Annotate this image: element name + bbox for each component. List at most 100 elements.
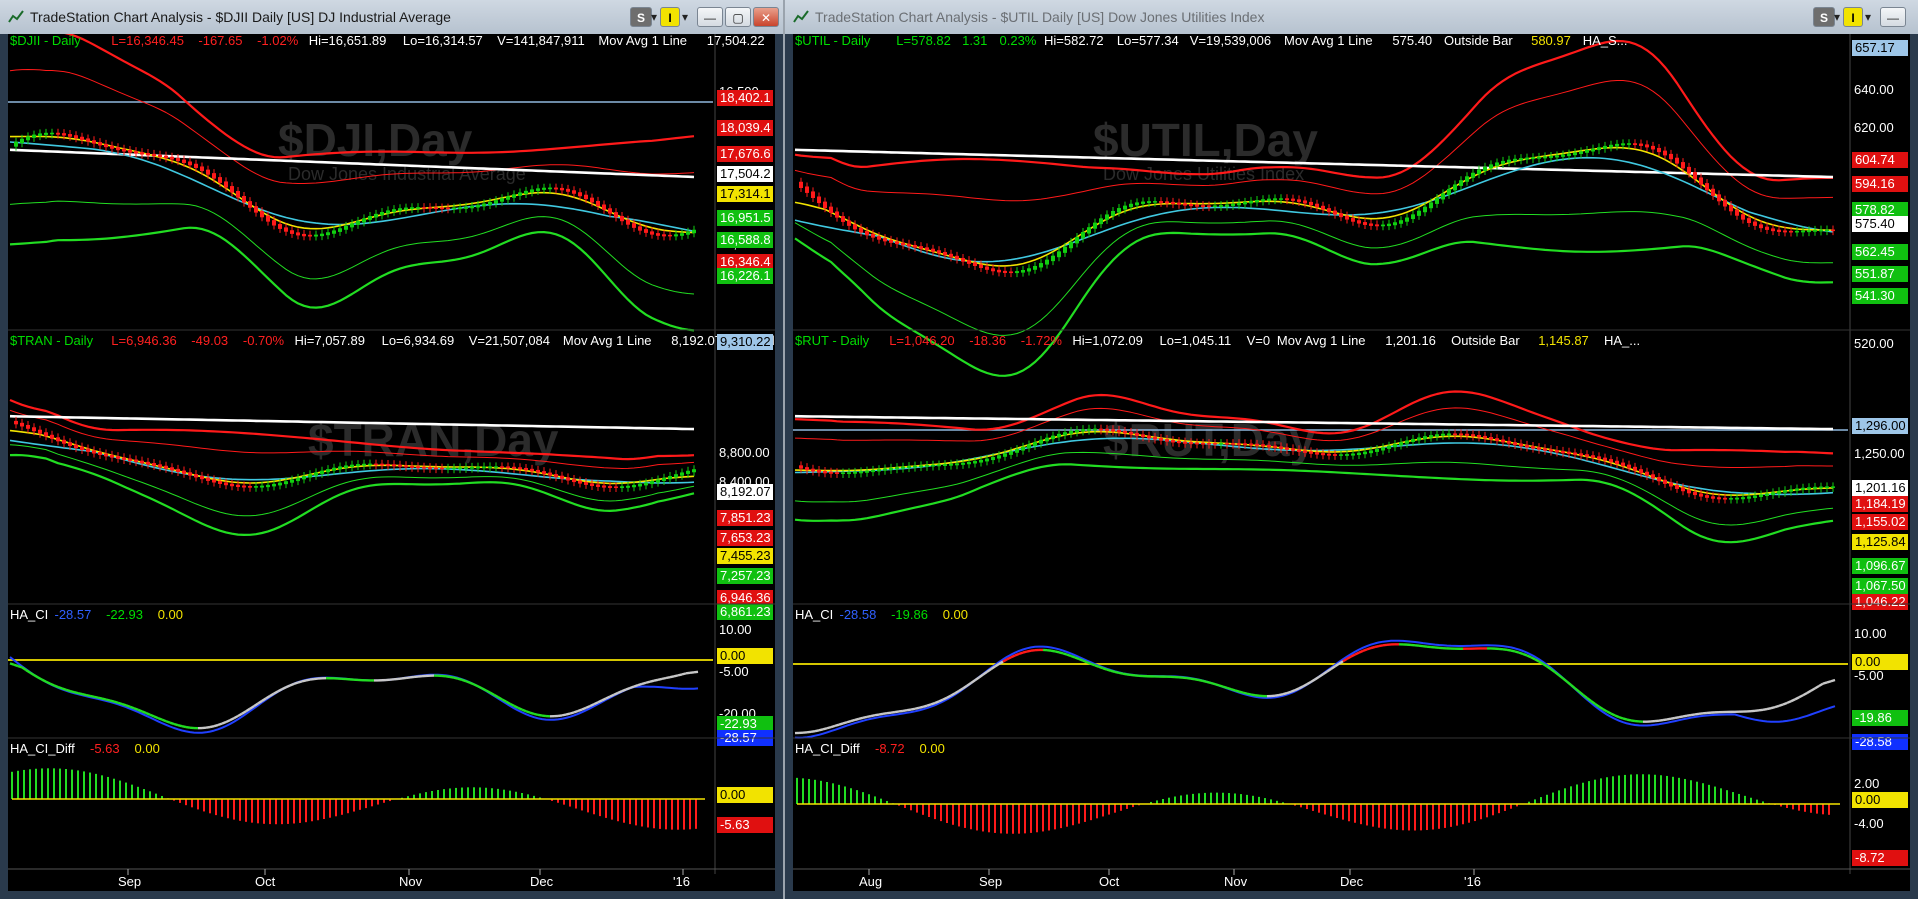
left_window-pane1[interactable]: $DJI,DayDow Jones Industrial Average $DJI… [8,28,863,332]
left_window-pane2-candle [626,485,630,488]
left_window-pane3-ci-slow-segment [149,713,155,718]
price-badge-label: 1,296.00 [1855,418,1906,433]
right_window-pane2-candle [817,470,821,473]
right_window-pane1-candle [1345,215,1349,220]
left_window-pane1-candle [218,177,222,183]
right_window-pane1-candle [1225,204,1229,207]
close-button[interactable]: ✕ [753,7,779,27]
left_window-pane1-candle [284,227,288,232]
right_window-pane3-ci-slow-segment [818,728,824,732]
time-axis-label: Sep [979,874,1002,889]
right_window-pane1-candle [1807,230,1811,233]
right_window-pane2-candle [1453,433,1457,435]
right_window-pane3-ci-slow-segment [922,704,928,708]
time-axis-label: Oct [1099,874,1120,889]
left_window-pane2-candle [122,457,126,460]
left_window-pane3-ci-slow-segment [677,673,683,677]
left-window-titlebar[interactable]: TradeStation Chart Analysis - $DJII Dail… [0,0,783,34]
left-chart-canvas[interactable]: $DJI,DayDow Jones Industrial Average $DJI… [8,28,863,891]
right_window-pane1-candle [1153,201,1157,203]
left_window-pane3-ci-slow-segment [121,702,127,707]
minimize-button[interactable]: — [1880,7,1906,27]
left-chart-window[interactable]: TradeStation Chart Analysis - $DJII Dail… [0,0,863,899]
left_window-pane3-ci-slow-segment [573,709,579,714]
right_window-pane4[interactable]: HA_CI_Diff -8.72 0.002.00-4.000.00-8.72 [793,737,1910,866]
right_window-pane1[interactable]: $UTIL,DayDow Jones Utilities Index$UTIL … [794,33,1908,377]
left_window-pane3-ci-slow-segment [561,713,567,717]
price-badge-label: 0.00 [720,787,745,802]
right_window-pane3-ci-slow-segment [1186,676,1192,680]
minimize-button[interactable]: — [697,7,723,27]
left_window-pane3[interactable]: HA_CI -28.57 -22.93 0.0010.00-5.00-20.000.0… [8,603,775,746]
left_window-pane1-candle [638,226,642,231]
s-dropdown-icon[interactable]: ▾ [650,7,658,27]
price-axis-label: 640.00 [1854,82,1894,97]
right_window-pane3[interactable]: HA_CI -28.58 -19.86 0.0010.00-5.000.00-19.8… [793,603,1910,750]
interval-link-i-button[interactable]: I [1843,7,1863,27]
right_window-pane2-candle [1705,495,1709,498]
right_window-pane1-candle [1201,205,1205,207]
price-badge-label: 9,310.22 [720,334,771,349]
right_window-pane2-candle [1771,492,1775,495]
left_window-pane2-candle [536,469,540,473]
i-dropdown-icon[interactable]: ▾ [681,7,689,27]
right_window-pane1-candle [859,227,863,233]
pane-header-field: L=6,946.36 [111,333,176,348]
right_window-pane2-candle [1291,448,1295,451]
right_window-pane3-ci-slow-segment [1666,717,1672,721]
right-chart-canvas[interactable]: $UTIL,DayDow Jones Utilities Index$UTIL … [793,33,1910,891]
right_window-pane3-ci-slow-segment [1822,681,1828,685]
maximize-button[interactable]: ▢ [725,7,751,27]
left_window-pane4[interactable]: HA_CI_Diff -5.63 0.00 0.00 -5.63 [8,737,775,833]
right_window-pane3-ci-slow-segment [1514,650,1520,654]
right_window-pane3-ci-slow-segment [1826,680,1832,684]
right_window-pane1-candle [1471,172,1475,178]
left_window-pane3-ci-slow-segment [621,688,627,693]
right_window-pane1-candle [1645,144,1649,148]
right_window-pane3-ci-slow-segment [1066,653,1072,658]
right_window-pane2-candle [1447,433,1451,436]
right_window-pane2-candle [1819,486,1823,489]
right_window-pane3-ci-slow-segment [846,719,852,724]
right_window-pane2-candle [1663,479,1667,484]
left_window-pane2-candle [104,453,108,457]
left_window-pane2-candle [662,477,666,481]
right_window-pane2-candle [889,467,893,470]
left_window-pane3-ci-slow-segment [625,686,631,691]
right_window-pane2-candle [1729,498,1733,500]
right_window-pane1-candle [1783,230,1787,233]
pane-header-field: L=1,046.20 [889,333,954,348]
right_window-pane1-candle [889,239,893,243]
right_window-pane3-ci-slow-segment [906,708,912,712]
left_window-pane1-candle [536,188,540,191]
s-dropdown-icon[interactable]: ▾ [1833,7,1841,27]
right_window-pane2[interactable]: $RUT,Day$RUT - Daily L=1,046.20 -18.36 -1.7… [793,329,1910,610]
right_window-pane1-candle [811,191,815,199]
right-chart-window[interactable]: TradeStation Chart Analysis - $UTIL Dail… [785,0,1918,899]
left_window-pane2[interactable]: $TRAN,Day$TRAN - Daily L=6,946.36 -49.03 -0… [8,329,853,620]
symbol-link-s-button[interactable]: S [630,7,652,27]
interval-link-i-button[interactable]: I [660,7,680,27]
price-axis-label: -5.00 [1854,668,1884,683]
left-chart-area[interactable]: $DJI,Day Dow Jones Industrial Average $DJI… [8,28,863,891]
right_window-pane1-candle [1387,223,1391,227]
left_window-pane1-candle [524,190,528,194]
right_window-pane3-ci-slow-segment [902,709,908,713]
i-dropdown-icon[interactable]: ▾ [1864,7,1872,27]
right_window-pane2-candle [1717,497,1721,500]
left_window-pane1-candle [326,232,330,236]
left_window-pane1-candle [680,233,684,236]
left_window-pane2-candle [152,463,156,466]
right_window-pane2-candle [835,472,839,474]
left_window-pane2-candle [338,466,342,470]
pane-header-field: -22.93 [106,607,143,622]
left_window-pane1-candle [350,223,354,228]
left_window-pane2-candle [686,470,690,474]
price-badge-label: 594.16 [1855,176,1895,191]
symbol-link-s-button[interactable]: S [1813,7,1835,27]
price-badge-label: 18,039.4 [720,120,771,135]
pane-header-field: 0.00 [158,607,183,622]
right-chart-area[interactable]: $UTIL,Day Dow Jones Utilities Index $UTIL … [793,33,1910,891]
right-window-titlebar[interactable]: TradeStation Chart Analysis - $UTIL Dail… [785,0,1918,34]
right_window-pane3-ci-slow-segment [938,698,944,703]
